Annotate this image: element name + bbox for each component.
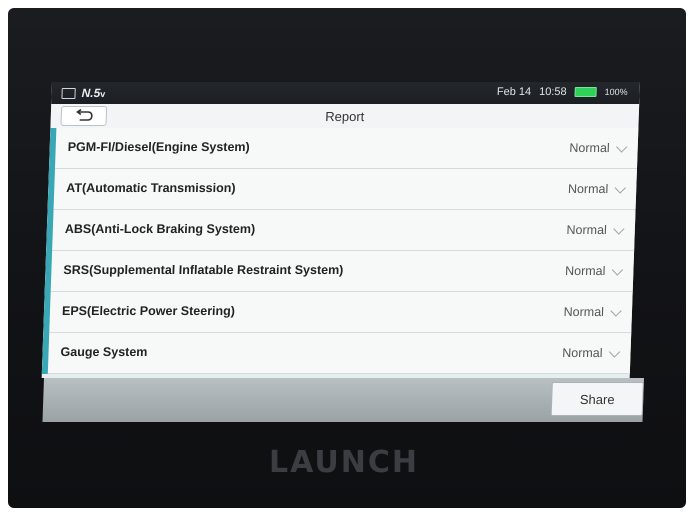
chevron-down-icon (611, 263, 624, 276)
header-bar: Report (50, 104, 640, 129)
page-title: Report (325, 109, 365, 124)
app-badge-text: N.5 (81, 86, 101, 100)
status-dropdown[interactable]: Normal (567, 181, 626, 196)
status-value: Normal (563, 305, 605, 319)
list-item[interactable]: PGM-FI/Diesel(Engine System) Normal (54, 128, 640, 169)
status-value: Normal (567, 182, 609, 196)
status-value: Normal (566, 223, 608, 237)
status-date: Feb 14 (496, 86, 532, 98)
chevron-down-icon (608, 345, 621, 358)
chevron-down-icon (610, 304, 622, 317)
status-left: N.5v (61, 86, 105, 100)
battery-percent: 100% (604, 87, 628, 97)
status-value: Normal (569, 141, 610, 155)
system-name: ABS(Anti-Lock Braking System) (64, 222, 256, 236)
list-item[interactable]: Gauge System Normal (47, 333, 638, 374)
system-name: Gauge System (60, 345, 148, 359)
status-dropdown[interactable]: Normal (561, 345, 621, 360)
status-bar: N.5v Feb 14 10:58 100% (51, 82, 640, 104)
chevron-down-icon (616, 140, 628, 153)
bottom-action-bar: Share (42, 378, 644, 422)
system-name: PGM-FI/Diesel(Engine System) (67, 140, 250, 154)
app-badge: N.5v (81, 86, 105, 100)
list-item[interactable]: SRS(Supplemental Inflatable Restraint Sy… (50, 251, 640, 292)
status-right: Feb 14 10:58 100% (497, 86, 628, 98)
system-report-list: PGM-FI/Diesel(Engine System) Normal AT(A… (41, 128, 640, 374)
battery-icon (574, 87, 597, 97)
list-item[interactable]: AT(Automatic Transmission) Normal (53, 169, 640, 210)
vci-icon (61, 87, 76, 99)
chevron-down-icon (614, 181, 626, 194)
list-item[interactable]: EPS(Electric Power Steering) Normal (49, 292, 639, 333)
system-name: AT(Automatic Transmission) (66, 181, 236, 195)
status-dropdown[interactable]: Normal (569, 140, 628, 155)
status-value: Normal (561, 346, 603, 360)
photo-background: N.5v Feb 14 10:58 100% Report PGM-FI/Die (0, 0, 688, 514)
app-badge-suffix: v (100, 89, 106, 99)
list-item[interactable]: ABS(Anti-Lock Braking System) Normal (52, 210, 640, 251)
status-value: Normal (564, 264, 606, 278)
brand-logo: LAUNCH (268, 445, 419, 480)
screen: N.5v Feb 14 10:58 100% Report PGM-FI/Die (41, 82, 640, 378)
status-dropdown[interactable]: Normal (563, 304, 622, 319)
status-dropdown[interactable]: Normal (564, 263, 624, 278)
chevron-down-icon (613, 222, 625, 235)
share-button[interactable]: Share (550, 382, 644, 416)
status-time: 10:58 (538, 86, 567, 98)
status-dropdown[interactable]: Normal (566, 222, 625, 237)
system-name: EPS(Electric Power Steering) (61, 304, 236, 318)
system-name: SRS(Supplemental Inflatable Restraint Sy… (63, 263, 344, 277)
